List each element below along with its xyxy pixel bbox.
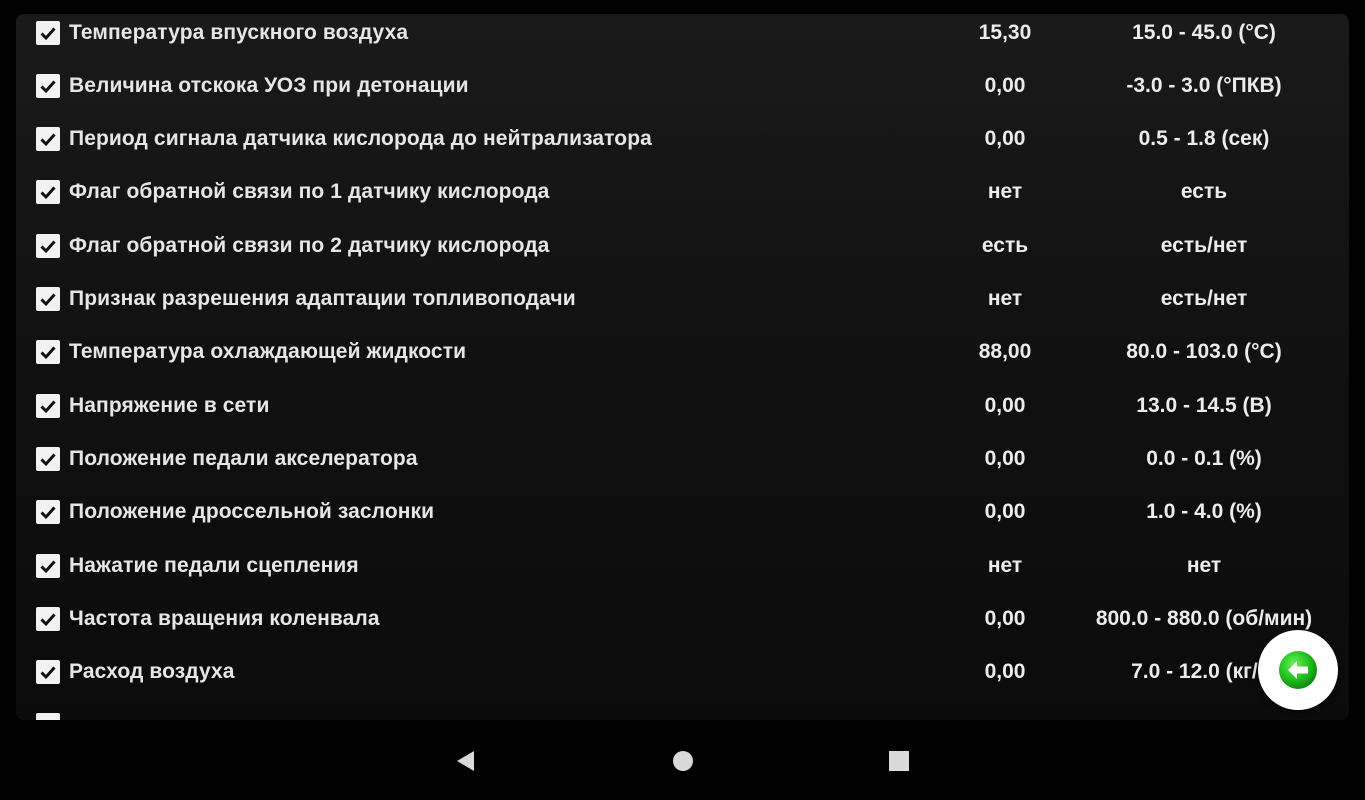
parameter-name: Положение дроссельной заслонки (69, 500, 435, 524)
parameter-range: есть (1180, 180, 1228, 204)
checkmark-icon (40, 26, 56, 40)
row-checkbox[interactable] (36, 660, 60, 685)
parameter-row[interactable]: Величина отскока УОЗ при детонации 0,00 -3… (16, 59, 1349, 112)
row-checkbox[interactable] (36, 606, 60, 631)
row-checkbox[interactable] (36, 127, 60, 152)
checkmark-icon (40, 133, 56, 147)
parameter-row[interactable]: Температура впускного воздуха 15,30 15.0 -… (16, 14, 1349, 59)
parameter-value: 0,00 (984, 446, 1026, 470)
parameter-range: 15.0 - 45.0 (°C) (1132, 20, 1276, 44)
parameter-value: нет (987, 553, 1023, 577)
nav-home-button[interactable] (668, 746, 698, 776)
parameter-range: 80.0 - 103.0 (°C) (1126, 340, 1282, 364)
parameter-value: 0,00 (984, 393, 1026, 417)
parameter-row-partial[interactable] (16, 699, 1349, 720)
checkmark-icon (40, 240, 56, 253)
back-fab-button[interactable] (1258, 630, 1338, 710)
parameter-range: 0.5 - 1.8 (сек) (1138, 127, 1270, 151)
parameter-row[interactable]: Период сигнала датчика кислорода до нейт… (16, 113, 1349, 166)
parameters-list[interactable]: Температура впускного воздуха 15,30 15.0 -… (16, 14, 1349, 720)
checkmark-icon (40, 400, 56, 413)
checkmark-icon (40, 453, 56, 467)
parameter-value: 0,00 (984, 127, 1026, 151)
row-checkbox[interactable] (36, 233, 60, 258)
parameter-range: 13.0 - 14.5 (В) (1136, 393, 1272, 417)
circle-home-icon (673, 751, 693, 771)
parameter-name: Температура впускного воздуха (69, 20, 409, 44)
row-checkbox[interactable] (36, 553, 60, 578)
parameter-value: нет (987, 180, 1023, 204)
parameter-value: 88,00 (978, 340, 1032, 364)
nav-back-button[interactable] (450, 746, 480, 776)
parameter-row[interactable]: Положение дроссельной заслонки 0,00 1.0 - … (16, 486, 1349, 539)
row-checkbox[interactable] (36, 500, 60, 525)
parameter-value: есть (981, 233, 1029, 257)
checkmark-icon (40, 666, 56, 680)
screen: Температура впускного воздуха 15,30 15.0 -… (0, 0, 1365, 800)
nav-recents-button[interactable] (884, 746, 914, 776)
parameter-range: нет (1186, 553, 1222, 577)
parameter-row[interactable]: Напряжение в сети 0,00 13.0 - 14.5 (В) (16, 379, 1349, 432)
parameter-name: Положение педали акселератора (69, 446, 418, 470)
row-checkbox[interactable] (36, 713, 60, 720)
parameter-name: Флаг обратной связи по 2 датчику кислоро… (69, 233, 550, 257)
checkmark-icon (40, 80, 56, 93)
row-checkbox[interactable] (36, 446, 60, 471)
parameter-row[interactable]: Частота вращения коленвала 0,00 800.0 - 88… (16, 592, 1349, 645)
arrow-left-icon (1279, 651, 1317, 689)
triangle-back-icon (457, 751, 474, 771)
parameter-row[interactable]: Флаг обратной связи по 2 датчику кислоро… (16, 219, 1349, 272)
parameter-row[interactable]: Нажатие педали сцепления нет нет (16, 539, 1349, 592)
parameter-row[interactable]: Флаг обратной связи по 1 датчику кислоро… (16, 166, 1349, 219)
parameter-row[interactable]: Положение педали акселератора 0,00 0.0 - 0… (16, 432, 1349, 485)
parameter-range: 0.0 - 0.1 (%) (1146, 446, 1262, 470)
parameter-name: Величина отскока УОЗ при детонации (69, 73, 469, 97)
row-checkbox[interactable] (36, 393, 60, 418)
row-checkbox[interactable] (36, 340, 60, 365)
parameter-value: 0,00 (984, 660, 1026, 684)
parameter-row[interactable]: Признак разрешения адаптации топливопода… (16, 273, 1349, 326)
parameter-value: 0,00 (984, 500, 1026, 524)
checkmark-icon (40, 506, 56, 520)
parameter-name: Нажатие педали сцепления (69, 553, 359, 577)
parameter-value: 0,00 (984, 73, 1026, 97)
row-checkbox[interactable] (36, 73, 60, 98)
parameter-row[interactable]: Расход воздуха 0,00 7.0 - 12.0 (кг/ч) (16, 646, 1349, 699)
square-recents-icon (889, 751, 909, 771)
row-checkbox[interactable] (36, 180, 60, 205)
parameter-name: Частота вращения коленвала (69, 606, 380, 630)
system-navigation-bar (0, 720, 1365, 800)
checkmark-icon (40, 346, 56, 360)
parameter-range: есть/нет (1160, 233, 1248, 257)
parameter-range: 800.0 - 880.0 (об/мин) (1095, 606, 1313, 630)
checkmark-icon (40, 613, 56, 626)
checkmark-icon (40, 186, 56, 200)
parameter-name: Признак разрешения адаптации топливопода… (69, 287, 576, 310)
parameter-value: 15,30 (978, 20, 1032, 44)
parameter-name: Расход воздуха (69, 660, 235, 684)
parameter-range: -3.0 - 3.0 (°ПКВ) (1126, 73, 1282, 97)
parameter-name: Напряжение в сети (69, 393, 270, 417)
row-checkbox[interactable] (36, 20, 60, 45)
parameter-name: Температура охлаждающей жидкости (69, 340, 467, 364)
parameter-name: Флаг обратной связи по 1 датчику кислоро… (69, 180, 550, 204)
parameter-name: Период сигнала датчика кислорода до нейт… (69, 127, 652, 151)
checkmark-icon (40, 293, 56, 307)
parameter-row[interactable]: Температура охлаждающей жидкости 88,00 80.… (16, 326, 1349, 379)
parameter-value: 0,00 (984, 606, 1026, 630)
checkmark-icon (40, 559, 56, 573)
row-checkbox[interactable] (36, 287, 60, 311)
parameter-range: есть/нет (1160, 287, 1248, 310)
parameter-range: 1.0 - 4.0 (%) (1146, 500, 1262, 524)
parameter-value: нет (987, 287, 1023, 310)
